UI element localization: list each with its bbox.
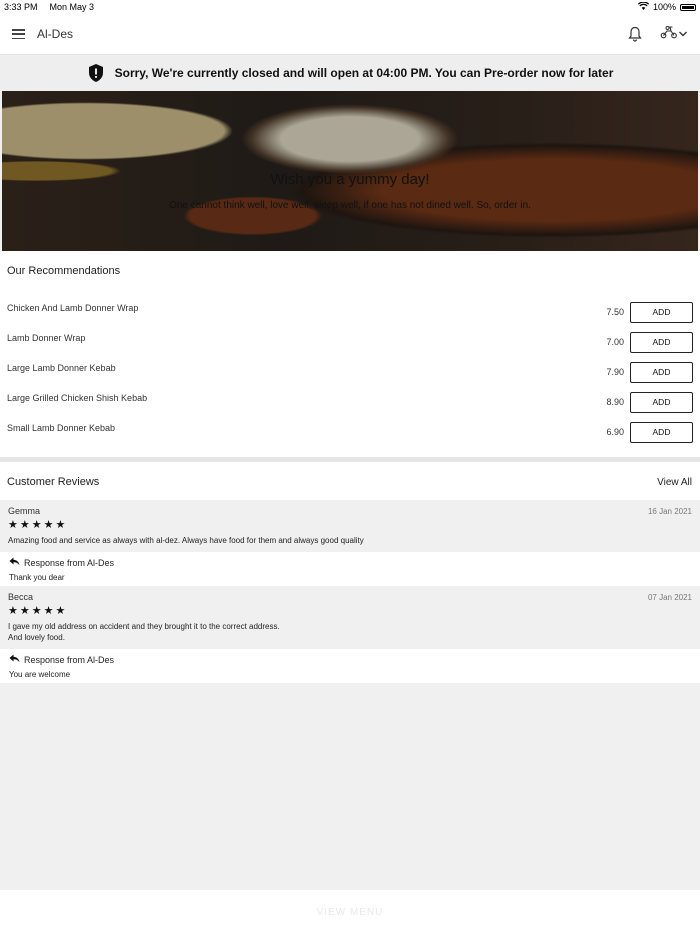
chevron-down-icon — [678, 25, 688, 43]
star-icon: ★ — [19, 519, 30, 531]
add-button[interactable]: ADD — [630, 361, 693, 383]
add-button[interactable]: ADD — [630, 301, 693, 323]
status-time: 3:33 PM — [4, 2, 38, 12]
item-price: 7.90 — [606, 367, 624, 377]
app-header: Al-Des — [0, 14, 700, 55]
reviewer-name: Gemma — [8, 506, 41, 516]
bell-icon[interactable] — [628, 26, 642, 42]
recommendations-title: Our Recommendations — [7, 265, 121, 277]
wifi-icon — [637, 1, 650, 12]
status-date: Mon May 3 — [49, 2, 95, 12]
shield-alert-icon — [87, 63, 105, 83]
recommendation-row: Chicken And Lamb Donner Wrap 7.50 ADD — [7, 297, 693, 327]
delivery-mode-selector[interactable] — [660, 25, 688, 44]
item-price: 8.90 — [606, 397, 624, 407]
item-price: 7.50 — [606, 307, 624, 317]
response-text: You are welcome — [9, 670, 71, 679]
star-icon: ★ — [43, 605, 54, 617]
recommendation-row: Small Lamb Donner Kebab 6.90 ADD — [7, 417, 693, 447]
add-button[interactable]: ADD — [630, 331, 693, 353]
review-date: 16 Jan 2021 — [647, 506, 692, 516]
item-price: 7.00 — [606, 337, 624, 347]
owner-response: Response from Al-Des Thank you dear — [1, 552, 699, 586]
recommendations-section: Our Recommendations Chicken And Lamb Don… — [0, 251, 700, 462]
star-icon: ★ — [31, 519, 42, 531]
item-name: Chicken And Lamb Donner Wrap — [7, 303, 139, 313]
star-icon: ★ — [8, 605, 18, 617]
star-icon: ★ — [19, 605, 30, 617]
closed-notice-text: Sorry, We're currently closed and will o… — [114, 66, 614, 80]
battery-icon — [680, 3, 696, 11]
item-name: Lamb Donner Wrap — [7, 333, 86, 343]
battery-percent: 100% — [652, 2, 676, 12]
review-card: Becca 07 Jan 2021 ★ ★ ★ ★ ★ I gave my old ad… — [0, 586, 700, 649]
item-name: Small Lamb Donner Kebab — [7, 423, 116, 433]
menu-icon[interactable] — [12, 29, 25, 39]
reviewer-name: Becca — [8, 592, 34, 602]
scooter-icon — [660, 25, 678, 44]
star-icon: ★ — [31, 605, 42, 617]
review-text: Amazing food and service as always with … — [8, 536, 364, 545]
recommendation-row: Large Lamb Donner Kebab 7.90 ADD — [7, 357, 693, 387]
review-text: I gave my old address on accident and th… — [8, 622, 280, 642]
star-rating: ★ ★ ★ ★ ★ — [8, 519, 692, 531]
review-date: 07 Jan 2021 — [647, 592, 692, 602]
recommendation-row: Lamb Donner Wrap 7.00 ADD — [7, 327, 693, 357]
item-name: Large Grilled Chicken Shish Kebab — [7, 393, 148, 403]
star-rating: ★ ★ ★ ★ ★ — [8, 605, 692, 617]
star-icon: ★ — [55, 605, 66, 617]
reply-icon — [9, 654, 20, 665]
response-label: Response from Al-Des — [24, 557, 115, 568]
review-card: Gemma 16 Jan 2021 ★ ★ ★ ★ ★ Amazing food and… — [0, 500, 700, 552]
star-icon: ★ — [43, 519, 54, 531]
item-name: Large Lamb Donner Kebab — [7, 363, 116, 373]
hero-title: Wish you a yummy day! — [270, 171, 430, 188]
view-all-link[interactable]: View All — [657, 477, 692, 488]
reply-icon — [9, 557, 20, 568]
status-bar: 3:33 PM Mon May 3 100% — [0, 0, 700, 14]
response-text: Thank you dear — [9, 573, 65, 582]
recommendation-row: Large Grilled Chicken Shish Kebab 8.90 A… — [7, 387, 693, 417]
reviews-title: Customer Reviews — [7, 476, 100, 488]
response-label: Response from Al-Des — [24, 654, 115, 665]
item-price: 6.90 — [606, 427, 624, 437]
add-button[interactable]: ADD — [630, 391, 693, 413]
reviews-section: Customer Reviews View All Gemma 16 Jan 2… — [0, 462, 700, 683]
footer-bar: VIEW MENU — [0, 890, 700, 934]
star-icon: ★ — [8, 519, 18, 531]
star-icon: ★ — [55, 519, 66, 531]
hero-subtitle: One cannot think well, love well, sleep … — [169, 200, 531, 211]
app-title: Al-Des — [37, 27, 74, 41]
owner-response: Response from Al-Des You are welcome — [1, 649, 699, 683]
hero-banner: Wish you a yummy day! One cannot think w… — [2, 91, 698, 251]
closed-notice-banner: Sorry, We're currently closed and will o… — [0, 55, 700, 91]
view-menu-button[interactable]: VIEW MENU — [317, 907, 384, 918]
add-button[interactable]: ADD — [630, 421, 693, 443]
